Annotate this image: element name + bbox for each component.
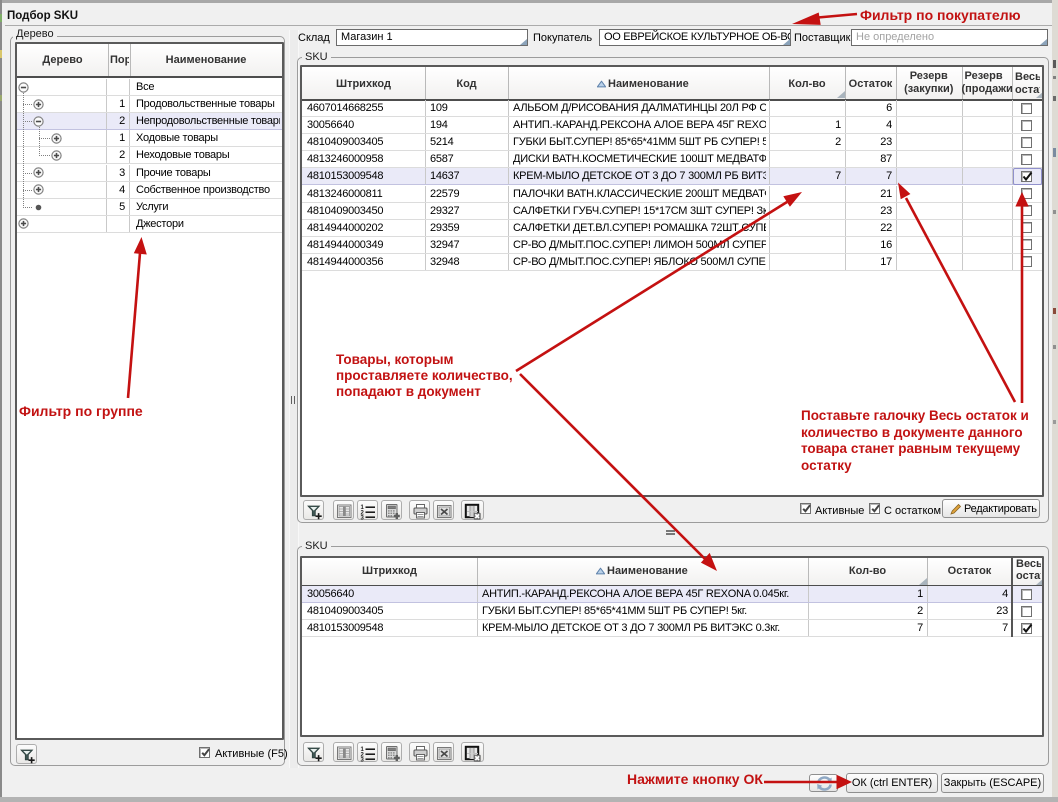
svg-text:3: 3: [361, 516, 365, 520]
svg-text:3: 3: [361, 758, 365, 762]
